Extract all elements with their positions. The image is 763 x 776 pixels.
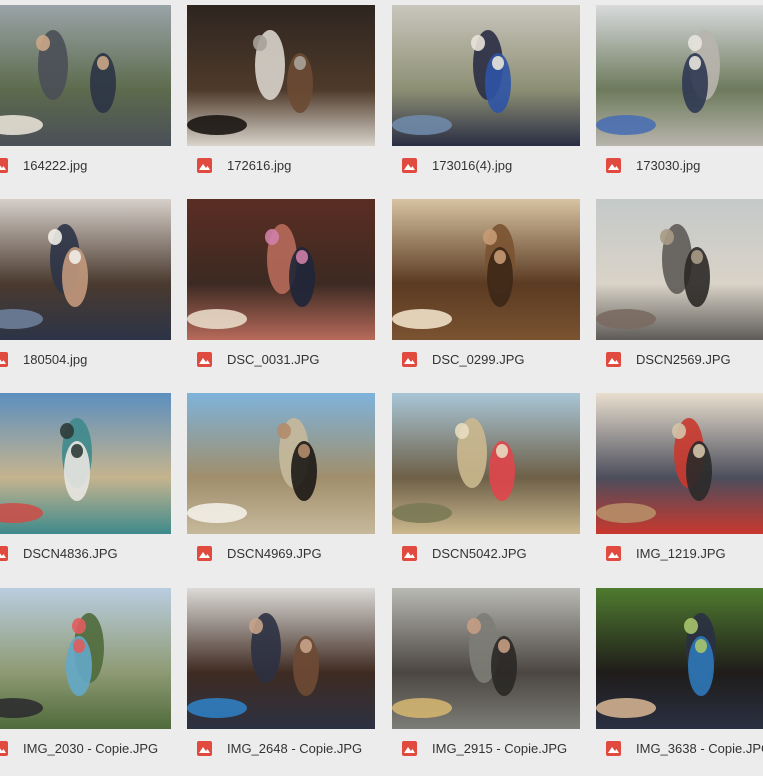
file-caption: DSC_0299.JPG [392,349,580,369]
file-caption: 173016(4).jpg [392,155,580,175]
image-file-icon [606,157,621,173]
file-tile[interactable]: DSCN4969.JPG [187,393,375,581]
file-caption: DSCN4836.JPG [0,543,171,563]
file-tile[interactable]: 180504.jpg [0,199,171,387]
file-caption: DSCN5042.JPG [392,543,580,563]
file-tile[interactable]: 172616.jpg [187,5,375,193]
image-file-icon [197,545,212,561]
image-file-icon [402,351,417,367]
file-name: 173030.jpg [636,157,701,173]
file-tile[interactable]: 164222.jpg [0,5,171,193]
photo-thumbnail[interactable] [187,588,375,729]
image-file-icon [0,157,8,173]
file-name: 164222.jpg [23,157,88,173]
file-name: 173016(4).jpg [432,157,513,173]
file-tile[interactable]: 173030.jpg [596,5,763,193]
photo-thumbnail[interactable] [0,393,171,534]
file-caption: IMG_2030 - Copie.JPG [0,738,171,758]
file-caption: 173030.jpg [596,155,763,175]
file-name: 172616.jpg [227,157,292,173]
file-tile[interactable]: IMG_2648 - Copie.JPG [187,588,375,776]
file-name: 180504.jpg [23,351,88,367]
file-caption: DSC_0031.JPG [187,349,375,369]
image-file-icon [606,351,621,367]
image-file-icon [402,740,417,756]
file-caption: IMG_2648 - Copie.JPG [187,738,375,758]
file-caption: 180504.jpg [0,349,171,369]
photo-thumbnail[interactable] [0,199,171,340]
image-file-icon [606,545,621,561]
photo-thumbnail[interactable] [0,5,171,146]
image-file-icon [0,545,8,561]
image-file-icon [197,157,212,173]
photo-thumbnail[interactable] [187,199,375,340]
file-name: DSCN4836.JPG [23,545,118,561]
file-name: IMG_2648 - Copie.JPG [227,740,363,756]
image-file-icon [606,740,621,756]
image-file-icon [197,740,212,756]
file-tile[interactable]: DSC_0031.JPG [187,199,375,387]
file-caption: IMG_2915 - Copie.JPG [392,738,580,758]
photo-thumbnail[interactable] [596,5,763,146]
file-name: DSCN5042.JPG [432,545,527,561]
file-name: DSCN2569.JPG [636,351,731,367]
file-name: DSC_0031.JPG [227,351,320,367]
file-caption: DSCN2569.JPG [596,349,763,369]
photo-thumbnail[interactable] [596,588,763,729]
file-tile[interactable]: DSCN4836.JPG [0,393,171,581]
photo-thumbnail[interactable] [596,393,763,534]
photo-thumbnail[interactable] [187,393,375,534]
file-caption: 164222.jpg [0,155,171,175]
image-file-icon [197,351,212,367]
file-name: IMG_2030 - Copie.JPG [23,740,159,756]
image-file-icon [402,157,417,173]
file-tile[interactable]: DSCN5042.JPG [392,393,580,581]
file-name: DSC_0299.JPG [432,351,525,367]
photo-thumbnail[interactable] [392,393,580,534]
photo-thumbnail[interactable] [392,588,580,729]
file-tile[interactable]: IMG_1219.JPG [596,393,763,581]
file-name: IMG_2915 - Copie.JPG [432,740,568,756]
file-tile[interactable]: 173016(4).jpg [392,5,580,193]
file-caption: DSCN4969.JPG [187,543,375,563]
file-name: IMG_1219.JPG [636,545,726,561]
file-caption: IMG_1219.JPG [596,543,763,563]
file-name: IMG_3638 - Copie.JPG [636,740,763,756]
file-caption: 172616.jpg [187,155,375,175]
file-tile[interactable]: IMG_2915 - Copie.JPG [392,588,580,776]
file-tile[interactable]: IMG_2030 - Copie.JPG [0,588,171,776]
file-tile[interactable]: DSCN2569.JPG [596,199,763,387]
image-file-icon [402,545,417,561]
image-file-icon [0,351,8,367]
photo-thumbnail[interactable] [187,5,375,146]
photo-thumbnail[interactable] [596,199,763,340]
file-caption: IMG_3638 - Copie.JPG [596,738,763,758]
file-tile[interactable]: DSC_0299.JPG [392,199,580,387]
photo-thumbnail[interactable] [0,588,171,729]
file-grid: 164222.jpg 172616.jpg 173016(4).jpg 173030.… [0,0,763,763]
file-name: DSCN4969.JPG [227,545,322,561]
file-tile[interactable]: IMG_3638 - Copie.JPG [596,588,763,776]
image-file-icon [0,740,8,756]
photo-thumbnail[interactable] [392,5,580,146]
photo-thumbnail[interactable] [392,199,580,340]
